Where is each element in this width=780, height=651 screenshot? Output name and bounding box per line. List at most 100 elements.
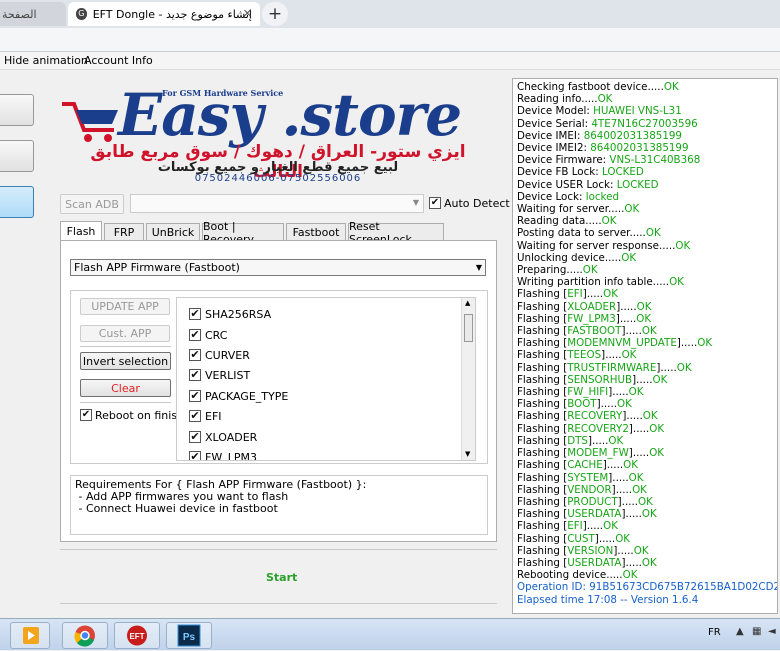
- partition-checkbox[interactable]: ✔: [189, 431, 201, 443]
- tab-fastboot[interactable]: Fastboot: [286, 223, 346, 241]
- network-icon[interactable]: ▦: [752, 626, 761, 637]
- log-partition: MODEM_FW: [567, 447, 629, 460]
- list-item[interactable]: ✔ XLOADER: [189, 430, 257, 444]
- partition-checklist[interactable]: ✔ SHA256RSA ✔ CRC ✔ CURVER ✔ VERLIST ✔ PACKAG…: [176, 297, 476, 461]
- side-button-1[interactable]: [0, 94, 34, 126]
- log-label: Device Firmware:: [517, 154, 610, 167]
- reboot-on-finish-label: Reboot on finish: [95, 409, 185, 422]
- side-button-3[interactable]: [0, 186, 34, 218]
- log-value: OK: [608, 434, 624, 447]
- list-item[interactable]: ✔ VERLIST: [189, 368, 250, 382]
- tray-expand-icon[interactable]: ▲: [736, 626, 744, 637]
- log-line: Checking fastboot device.....OK: [517, 81, 773, 93]
- requirements-box: Requirements For { Flash APP Firmware (F…: [70, 475, 488, 535]
- log-value: OK: [628, 471, 644, 484]
- browser-tab-eft-dongle[interactable]: G EFT Dongle - إنشاء موضوع جديد ✕: [68, 2, 260, 26]
- reboot-on-finish-checkbox[interactable]: ✔: [80, 409, 92, 421]
- log-label: Reading info.....: [517, 93, 598, 106]
- tab-reset-screenlock[interactable]: Reset ScreenLock: [348, 220, 444, 246]
- log-line: Device FB Lock: LOCKED: [517, 166, 773, 178]
- auto-detect-checkbox[interactable]: ✔: [429, 197, 441, 209]
- list-item[interactable]: ✔ SHA256RSA: [189, 307, 271, 321]
- partition-checkbox[interactable]: ✔: [189, 329, 201, 341]
- log-label: Flashing: [517, 495, 564, 508]
- log-line: Flashing [BOOT].....OK: [517, 398, 632, 411]
- tab-frp[interactable]: FRP: [104, 223, 144, 241]
- menu-account-info[interactable]: Account Info: [84, 54, 153, 67]
- eft-dongle-icon[interactable]: EFT: [114, 622, 160, 649]
- close-tab-icon[interactable]: ✕: [243, 7, 252, 20]
- log-value: OK: [676, 361, 692, 374]
- log-label: Flashing: [517, 325, 564, 338]
- partition-checkbox[interactable]: ✔: [189, 410, 201, 422]
- log-label: Device IMEI2:: [517, 142, 591, 155]
- tab-title: EFT Dongle - إنشاء موضوع جديد: [92, 7, 252, 21]
- partition-checkbox[interactable]: ✔: [189, 369, 201, 381]
- log-line: Writing partition info table.....OK: [517, 276, 773, 288]
- log-value: OK: [597, 93, 613, 106]
- log-value: OK: [697, 337, 713, 350]
- list-item[interactable]: ✔ CRC: [189, 328, 227, 342]
- log-line: Flashing [VENDOR].....OK: [517, 483, 647, 496]
- media-player-icon[interactable]: [10, 622, 50, 649]
- side-button-2[interactable]: [0, 140, 34, 172]
- browser-tab-1[interactable]: الصفحة: [0, 2, 66, 26]
- flash-mode-select[interactable]: Flash APP Firmware (Fastboot) ▼: [70, 259, 486, 276]
- partition-checkbox[interactable]: ✔: [189, 349, 201, 361]
- log-partition: RECOVERY: [567, 410, 623, 423]
- log-label: Waiting for server.....: [517, 203, 625, 216]
- clear-button[interactable]: Clear: [80, 379, 171, 397]
- log-line: Reading info.....OK: [517, 93, 773, 105]
- scan-adb-button[interactable]: Scan ADB: [60, 194, 124, 214]
- log-line: Device Serial: 4TE7N16C27003596: [517, 118, 773, 130]
- log-line: Flashing [CACHE].....OK: [517, 459, 638, 472]
- log-value: OK: [615, 532, 631, 545]
- partition-checkbox[interactable]: ✔: [189, 451, 201, 460]
- device-port-combo[interactable]: ▼: [130, 194, 424, 213]
- log-line: Flashing [MODEMNVM_UPDATE].....OK: [517, 337, 713, 350]
- log-value: OK: [649, 422, 665, 435]
- invert-selection-button[interactable]: Invert selection: [80, 352, 171, 370]
- scroll-up-icon[interactable]: ▲: [465, 299, 470, 307]
- partition-scrollbar[interactable]: ▲ ▼: [461, 298, 475, 460]
- tab-unbrick[interactable]: UnBrick: [146, 223, 200, 241]
- photoshop-icon[interactable]: Ps: [166, 622, 212, 649]
- log-label: Rebooting device.....: [517, 569, 623, 582]
- tab-flash[interactable]: Flash: [60, 221, 102, 241]
- start-button[interactable]: Start: [266, 571, 297, 584]
- log-panel: Checking fastboot device.....OK Reading i…: [512, 78, 778, 614]
- volume-icon[interactable]: ◄: [768, 626, 776, 637]
- scrollbar-thumb[interactable]: [464, 314, 473, 342]
- partition-checkbox[interactable]: ✔: [189, 390, 201, 402]
- log-label: Device USER Lock:: [517, 178, 617, 191]
- log-label: Checking fastboot device.....: [517, 81, 664, 93]
- taskbar: EFT Ps FR ▲ ▦ ◄: [0, 618, 780, 650]
- cust-app-button[interactable]: Cust. APP: [80, 325, 170, 342]
- chrome-icon[interactable]: [62, 622, 108, 649]
- new-tab-button[interactable]: +: [262, 2, 288, 26]
- requirements-line: - Connect Huawei device in fastboot: [75, 502, 278, 515]
- log-partition: CACHE: [567, 459, 603, 472]
- list-item[interactable]: ✔ EFI: [189, 409, 222, 423]
- log-line: Flashing [RECOVERY2].....OK: [517, 422, 665, 435]
- phone-numbers: 07502446006-07502556006: [194, 173, 362, 184]
- scroll-down-icon[interactable]: ▼: [465, 450, 470, 458]
- log-value: LOCKED: [601, 166, 644, 179]
- log-value: OK: [603, 288, 618, 301]
- flash-mode-value: Flash APP Firmware (Fastboot): [74, 261, 240, 274]
- log-value: LOCKED: [616, 178, 659, 191]
- list-item[interactable]: ✔ FW_LPM3: [189, 450, 257, 460]
- partition-label: PACKAGE_TYPE: [205, 389, 289, 403]
- log-label: Device Model:: [517, 105, 594, 118]
- auto-detect-label: Auto Detect: [444, 197, 510, 210]
- list-item[interactable]: ✔ CURVER: [189, 348, 250, 362]
- log-partition: VENDOR: [567, 483, 612, 496]
- language-indicator[interactable]: FR: [708, 627, 721, 638]
- tab-boot-recovery[interactable]: Boot | Recovery: [202, 220, 284, 246]
- svg-text:EFT: EFT: [129, 632, 144, 641]
- partition-label: XLOADER: [205, 430, 258, 444]
- menu-hide-animation[interactable]: Hide animation: [4, 54, 88, 67]
- update-app-button[interactable]: UPDATE APP: [80, 298, 170, 315]
- partition-checkbox[interactable]: ✔: [189, 308, 201, 320]
- list-item[interactable]: ✔ PACKAGE_TYPE: [189, 389, 288, 403]
